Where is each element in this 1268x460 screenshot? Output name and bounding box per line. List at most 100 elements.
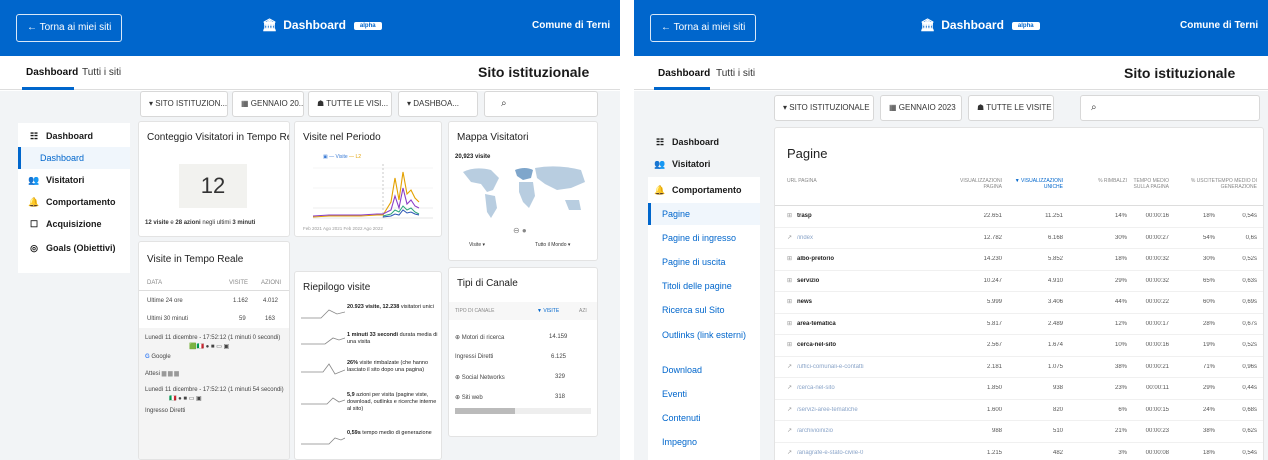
page-url-cell[interactable]: /uffici-comunali-e-contatti (797, 364, 947, 370)
table-row[interactable]: servizio ⊞ 10.247 4.910 29% 00:00:32 65% 0,63s (775, 271, 1263, 292)
table-row[interactable]: /archivioinizio ↗ 988 510 21% 00:00:23 38% 0,62… (775, 421, 1263, 443)
alpha-badge: alpha (353, 22, 382, 30)
page-url-cell[interactable]: albo-pretorio (797, 256, 947, 262)
sidebar-item-goals[interactable]: ◎ Goals (Obiettivi) (26, 243, 138, 254)
page-url-cell[interactable]: /servizi-aree-tematiche (797, 407, 947, 413)
sidebar-sub-dashboard[interactable]: Dashboard (40, 153, 152, 163)
sidebar-item-dashboard[interactable]: ☷ Dashboard (26, 131, 138, 142)
page-url-cell[interactable]: cerca-nel-sito (797, 342, 947, 348)
column-header[interactable]: ▼ VISUALIZZAZIONI UNICHE (1011, 178, 1063, 190)
page-url-cell[interactable]: servizio (797, 278, 947, 284)
period-selector[interactable]: ▦ GENNAIO 2023 (880, 95, 962, 121)
table-row[interactable]: /index ↗ 12.782 6.168 30% 00:00:27 54% 0,6s (775, 228, 1263, 249)
metric-cell: 0,54s (1242, 449, 1257, 456)
site-selector[interactable]: ▾ SITO ISTITUZIONALE (774, 95, 874, 121)
sidebar-sub-entry-pages[interactable]: Pagine di ingresso (662, 233, 774, 243)
sidebar-item-dashboard[interactable]: ☷ Dashboard (652, 137, 764, 148)
channel-row[interactable]: ⊕ Siti web (455, 394, 483, 401)
tab-all-sites[interactable]: Tutti i siti (82, 67, 121, 78)
table-row[interactable]: /anagrafe-e-stato-civile-0 ↗ 1.215 482 3% 00:… (775, 443, 1263, 460)
sidebar-sub-downloads[interactable]: Download (662, 365, 774, 375)
site-selector[interactable]: ▾ SITO ISTITUZION... (140, 91, 228, 117)
organization-name[interactable]: Comune di Terni (1180, 20, 1258, 31)
zoom-icons[interactable]: ⊖ ● (513, 226, 527, 235)
channel-head-visits[interactable]: ▼ VISITE (537, 308, 559, 314)
page-url-cell[interactable]: /anagrafe-e-stato-civile-0 (797, 450, 947, 456)
dashboard-selector[interactable]: ▾ DASHBOA... (398, 91, 478, 117)
top-bar: ← Torna ai miei siti 🏛 Dashboard alpha Com… (634, 0, 1268, 56)
sidebar-item-visitors[interactable]: 👥 Visitatori (26, 175, 138, 186)
tab-all-sites[interactable]: Tutti i siti (716, 68, 755, 79)
sidebar-sub-engagement[interactable]: Impegno (662, 437, 774, 447)
segment-selector[interactable]: ☗ TUTTE LE VISI... (308, 91, 392, 117)
report-title: Pagine (787, 146, 828, 161)
page-url-cell[interactable]: news (797, 299, 947, 305)
period-selector[interactable]: ▦ GENNAIO 20... (232, 91, 304, 117)
channel-row[interactable]: ⊕ Social Networks (455, 374, 505, 381)
metric-cell: 4.910 (1047, 277, 1063, 284)
sidebar-item-behaviour[interactable]: 🔔 Comportamento (26, 197, 138, 208)
visit-log-entry[interactable]: Lunedì 11 dicembre - 17:52:12 (1 minuti … (145, 334, 285, 342)
pages-table: URL PAGINA VISUALIZZAZIONI PAGINA ▼ VISUAL… (775, 172, 1263, 460)
sidebar-sub-events[interactable]: Eventi (662, 389, 774, 399)
table-row[interactable]: /cerca-nel-sito ↗ 1.850 938 23% 00:00:11 29% 0,… (775, 378, 1263, 400)
left-dashboard-screenshot: ← Torna ai miei siti 🏛 Dashboard alpha Com… (0, 0, 620, 460)
page-link-icon: ↗ (787, 234, 793, 241)
page-link-icon: ↗ (787, 406, 793, 413)
map-region-select[interactable]: Tutto il Mondo ▾ (535, 242, 570, 248)
channel-row[interactable]: ⊕ Motori di ricerca (455, 334, 504, 341)
search-box[interactable]: ⌕ (1080, 95, 1260, 121)
page-url-cell[interactable]: area-tematica (797, 321, 947, 327)
target-icon: ◎ (30, 243, 38, 253)
sidebar-sub-site-search[interactable]: Ricerca sul Sito (662, 305, 774, 315)
table-row[interactable]: news ⊞ 5.999 3.406 44% 00:00:22 60% 0,69s (775, 292, 1263, 314)
search-box[interactable]: ⌕ (484, 91, 598, 117)
map-metric-select[interactable]: Visite ▾ (469, 242, 485, 248)
channel-row[interactable]: Ingressi Diretti (455, 354, 493, 360)
sidebar-sub-page-titles[interactable]: Titoli delle pagine (662, 281, 774, 291)
page-url-cell[interactable]: /index (797, 235, 947, 241)
table-row[interactable]: albo-pretorio ⊞ 14.230 5.852 18% 00:00:32 30% 0… (775, 249, 1263, 271)
sidebar-sub-exit-pages[interactable]: Pagine di uscita (662, 257, 774, 267)
live-head-actions: AZIONI (261, 280, 282, 286)
column-header[interactable]: VISUALIZZAZIONI PAGINA (950, 178, 1002, 190)
sidebar-sub-pages[interactable]: Pagine (662, 209, 774, 219)
sidebar-item-acquisition[interactable]: ☐ Acquisizione (26, 219, 138, 230)
channel-types-card: Tipi di Canale TIPO DI CANALE ▼ VISITE A… (448, 267, 598, 437)
channel-head-type: TIPO DI CANALE (455, 308, 495, 314)
back-to-sites-button[interactable]: ← Torna ai miei siti (16, 14, 123, 42)
metric-cell: 1.850 (986, 385, 1002, 391)
organization-name[interactable]: Comune di Terni (532, 20, 610, 31)
table-row[interactable]: cerca-nel-sito ⊞ 2.567 1.674 10% 00:00:16 19% 0… (775, 335, 1263, 357)
horizontal-scrollbar[interactable] (455, 408, 591, 414)
sidebar-item-behaviour[interactable]: 🔔 Comportamento (652, 185, 764, 196)
app-brand[interactable]: 🏛 Dashboard alpha (262, 18, 382, 32)
grid-icon: ☷ (655, 137, 665, 147)
folder-icon: ⊞ (787, 299, 793, 305)
sidebar-sub-outlinks[interactable]: Outlinks (link esterni) (662, 329, 752, 341)
visit-status: Attesi ▆ ▆ ▆ (145, 371, 179, 377)
page-url-cell[interactable]: /archivioinizio (797, 428, 947, 434)
tab-dashboard[interactable]: Dashboard (658, 68, 710, 79)
app-brand[interactable]: 🏛 Dashboard alpha (920, 18, 1040, 32)
column-header[interactable]: TEMPO MEDIO SULLA PAGINA (1117, 178, 1169, 190)
column-header[interactable]: URL PAGINA (787, 178, 907, 184)
visit-log-entry[interactable]: Lunedì 11 dicembre - 17:52:12 (1 minuti … (145, 386, 285, 394)
table-row[interactable]: area-tematica ⊞ 5.817 2.489 12% 00:00:17 28% 0,… (775, 314, 1263, 335)
sidebar-sub-contents[interactable]: Contenuti (662, 413, 774, 423)
segment-selector[interactable]: ☗ TUTTE LE VISITE (968, 95, 1054, 121)
page-url-cell[interactable]: trasp (797, 213, 947, 219)
back-to-sites-button[interactable]: ← Torna ai miei siti (650, 14, 757, 42)
metric-cell: 00:00:27 (1145, 234, 1169, 241)
table-row[interactable]: /servizi-aree-tematiche ↗ 1.600 820 6% 00:00:… (775, 400, 1263, 421)
table-row[interactable]: /uffici-comunali-e-contatti ↗ 2.181 1.075 38… (775, 357, 1263, 378)
metric-cell: 0,62s (1242, 428, 1257, 434)
page-url-cell[interactable]: /cerca-nel-sito (797, 385, 947, 391)
sparkline (301, 437, 345, 445)
table-row[interactable]: trasp ⊞ 22.651 11.251 14% 00:00:16 18% 0,54s (775, 206, 1263, 228)
column-header[interactable]: TEMPO MEDIO DI GENERAZIONE (1205, 178, 1257, 190)
scrollbar-thumb[interactable] (455, 408, 515, 414)
tab-dashboard[interactable]: Dashboard (26, 67, 78, 78)
sidebar-item-visitors[interactable]: 👥 Visitatori (652, 159, 764, 170)
sparkline (301, 309, 345, 319)
